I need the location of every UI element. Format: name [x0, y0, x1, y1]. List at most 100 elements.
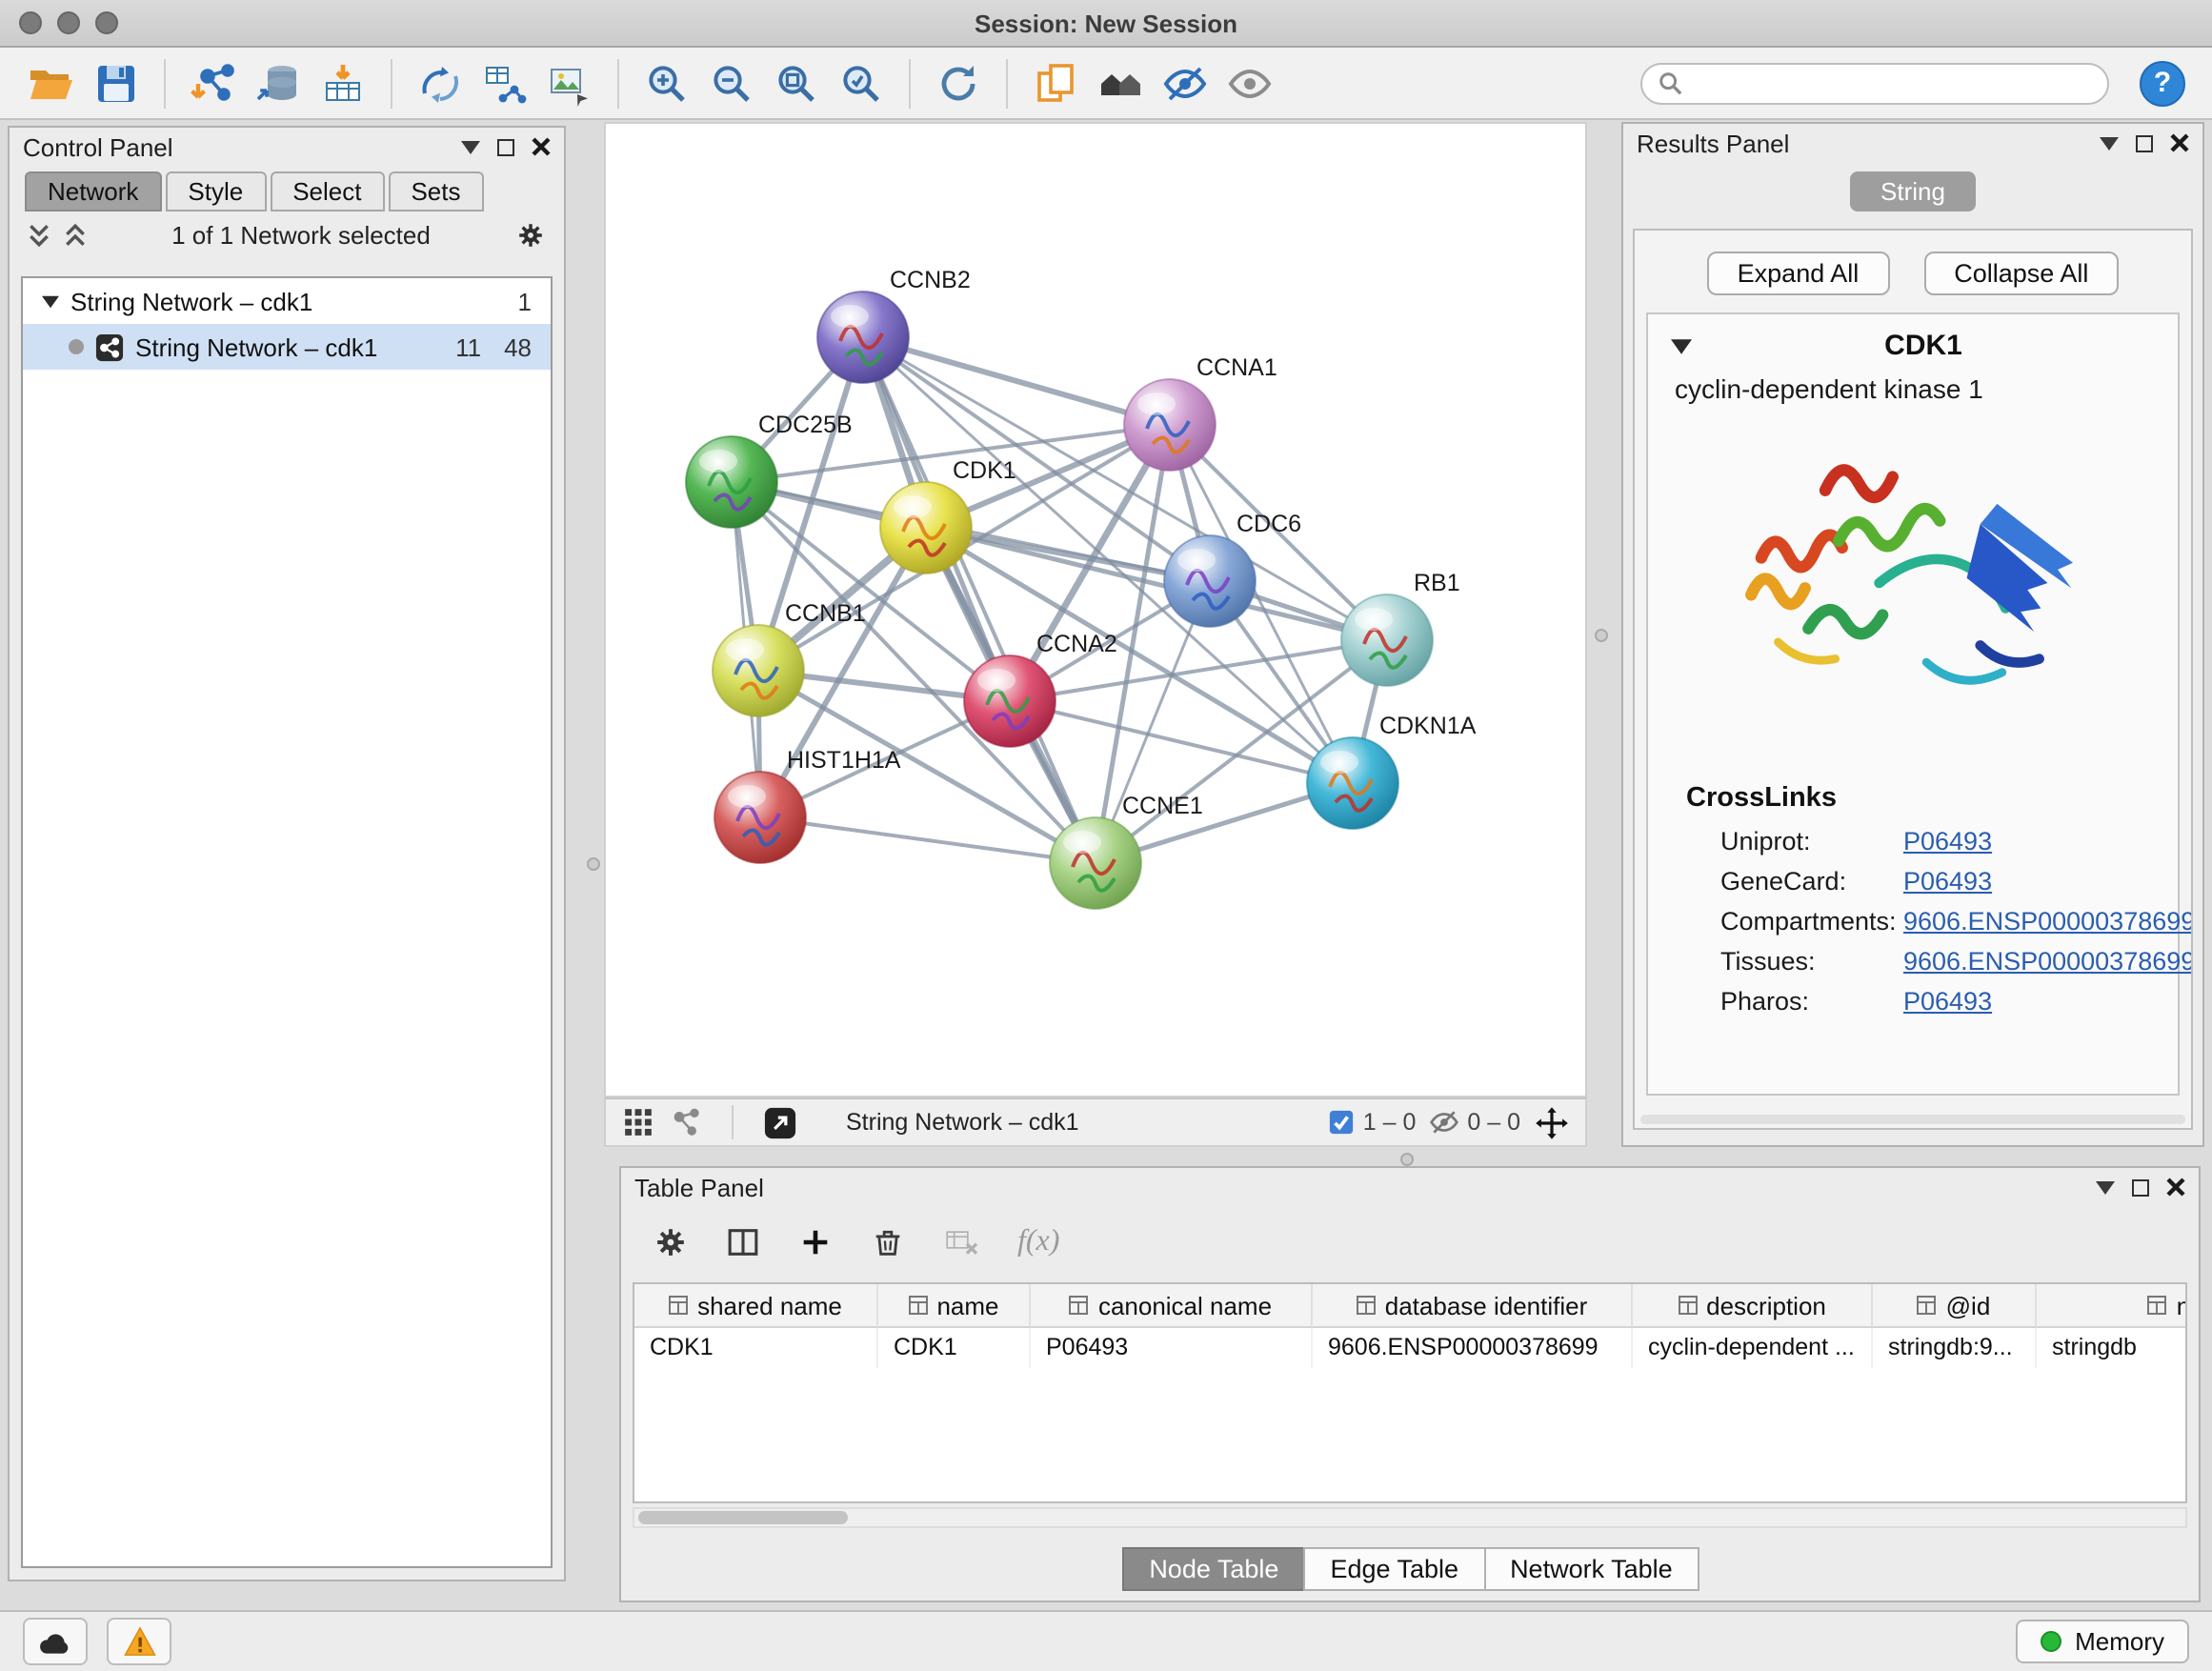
tab-network[interactable]: Network: [25, 171, 161, 211]
collapse-all-button[interactable]: Collapse All: [1923, 252, 2119, 295]
network-collection-row[interactable]: String Network – cdk1 1: [23, 278, 551, 324]
table-cell[interactable]: 9606.ENSP00000378699: [1313, 1328, 1633, 1368]
open-session-button[interactable]: [21, 54, 82, 111]
save-session-button[interactable]: [86, 54, 147, 111]
network-view-canvas[interactable]: CCNB2CCNA1CDC25BCDK1CDC6RB1CCNB1CCNA2CDK…: [604, 122, 1587, 1097]
column-header[interactable]: @id: [1873, 1284, 2037, 1328]
tab-node-table[interactable]: Node Table: [1122, 1547, 1305, 1591]
show-columns-icon[interactable]: [724, 1223, 762, 1261]
import-network-from-database-button[interactable]: [248, 54, 309, 111]
table-cell[interactable]: cyclin-dependent ...: [1633, 1328, 1873, 1368]
zoom-window-button[interactable]: [95, 11, 118, 34]
new-network-button[interactable]: [410, 54, 471, 111]
detach-view-icon[interactable]: [762, 1104, 798, 1140]
crosslink-value[interactable]: P06493: [1903, 867, 1992, 896]
network-edge[interactable]: [760, 817, 1096, 863]
column-header[interactable]: canonical name: [1031, 1284, 1313, 1328]
splitter-handle[interactable]: [1595, 629, 1608, 642]
hidden-eye-icon[interactable]: [1429, 1109, 1459, 1136]
table-cell[interactable]: stringdb: [2037, 1328, 2187, 1368]
expand-all-chevron-icon[interactable]: [27, 223, 51, 248]
table-row[interactable]: CDK1CDK1P064939606.ENSP00000378699cyclin…: [634, 1328, 2185, 1368]
selected-checkbox-icon[interactable]: [1329, 1109, 1356, 1136]
panel-menu-icon[interactable]: [2100, 136, 2119, 150]
column-header[interactable]: description: [1633, 1284, 1873, 1328]
minimize-window-button[interactable]: [57, 11, 80, 34]
column-header[interactable]: namespace: [2037, 1284, 2187, 1328]
column-header[interactable]: shared name: [634, 1284, 878, 1328]
zoom-fit-button[interactable]: [766, 54, 827, 111]
close-window-button[interactable]: [19, 11, 42, 34]
crosslink-value[interactable]: 9606.ENSP00000378699: [1903, 947, 2193, 976]
panel-float-icon[interactable]: [2136, 134, 2153, 151]
panel-menu-icon[interactable]: [461, 140, 480, 153]
table-horizontal-scrollbar[interactable]: [633, 1507, 2187, 1528]
options-gear-icon[interactable]: [514, 219, 547, 252]
column-header[interactable]: database identifier: [1313, 1284, 1633, 1328]
zoom-in-button[interactable]: [636, 54, 697, 111]
column-header[interactable]: name: [878, 1284, 1031, 1328]
panel-close-icon[interactable]: [2166, 1178, 2185, 1197]
tab-select[interactable]: Select: [270, 171, 384, 211]
panel-menu-icon[interactable]: [2096, 1180, 2115, 1194]
table-cell[interactable]: stringdb:9...: [1873, 1328, 2037, 1368]
tab-style[interactable]: Style: [165, 171, 266, 211]
warnings-button[interactable]: [107, 1618, 171, 1665]
cloud-status-button[interactable]: [23, 1618, 88, 1665]
scrollbar-thumb[interactable]: [638, 1511, 848, 1524]
table-cell[interactable]: CDK1: [878, 1328, 1031, 1368]
image-annotation-button[interactable]: [539, 54, 600, 111]
import-network-button[interactable]: [183, 54, 244, 111]
panel-close-icon[interactable]: [532, 137, 551, 156]
network-overview-icon[interactable]: [669, 1105, 703, 1139]
birds-eye-view-button[interactable]: [1090, 54, 1151, 111]
tab-sets[interactable]: Sets: [388, 171, 483, 211]
table-options-gear-icon[interactable]: [652, 1223, 690, 1261]
crosslink-value[interactable]: P06493: [1903, 987, 1992, 1016]
search-box[interactable]: [1640, 62, 2109, 104]
grid-view-icon[interactable]: [621, 1105, 655, 1139]
splitter-handle[interactable]: [1400, 1153, 1414, 1166]
network-from-table-button[interactable]: [474, 54, 535, 111]
results-scrollbar[interactable]: [1640, 1115, 2185, 1124]
network-node[interactable]: CDK1: [880, 457, 1016, 574]
tab-network-table[interactable]: Network Table: [1483, 1547, 1699, 1591]
tree-expander-icon[interactable]: [42, 294, 59, 308]
delete-column-trash-icon[interactable]: [869, 1223, 907, 1261]
zoom-selected-button[interactable]: [831, 54, 892, 111]
table-cell[interactable]: CDK1: [634, 1328, 878, 1368]
panel-float-icon[interactable]: [2132, 1178, 2149, 1196]
panel-close-icon[interactable]: [2170, 133, 2189, 152]
add-column-icon[interactable]: [796, 1223, 835, 1261]
network-node[interactable]: CCNB1: [713, 600, 866, 716]
network-node[interactable]: CCNB2: [817, 267, 971, 383]
search-input[interactable]: [1682, 68, 2092, 98]
network-node[interactable]: CDC6: [1164, 511, 1301, 627]
apply-layout-button[interactable]: [928, 54, 989, 111]
memory-button[interactable]: Memory: [2016, 1620, 2189, 1663]
function-builder-button[interactable]: f(x): [1017, 1225, 1059, 1259]
string-tab[interactable]: String: [1850, 171, 1976, 211]
copy-document-button[interactable]: [1025, 54, 1086, 111]
network-edge[interactable]: [863, 337, 1096, 863]
panel-float-icon[interactable]: [497, 138, 514, 155]
move-crosshair-icon[interactable]: [1534, 1104, 1570, 1140]
hide-selected-button[interactable]: [1155, 54, 1216, 111]
splitter-handle[interactable]: [587, 857, 600, 871]
table-cell[interactable]: P06493: [1031, 1328, 1313, 1368]
tab-edge-table[interactable]: Edge Table: [1303, 1547, 1485, 1591]
zoom-out-button[interactable]: [701, 54, 762, 111]
show-all-button[interactable]: [1219, 54, 1280, 111]
network-node[interactable]: HIST1H1A: [714, 747, 901, 863]
delete-table-icon[interactable]: [941, 1223, 983, 1261]
crosslink-value[interactable]: 9606.ENSP00000378699: [1903, 907, 2193, 936]
collapse-all-chevron-icon[interactable]: [63, 223, 88, 248]
help-button[interactable]: ?: [2140, 60, 2185, 106]
network-node[interactable]: CCNA1: [1124, 354, 1277, 471]
expand-all-button[interactable]: Expand All: [1707, 252, 1890, 295]
network-node[interactable]: RB1: [1341, 570, 1460, 686]
section-expander-icon[interactable]: [1671, 338, 1692, 353]
network-row[interactable]: String Network – cdk1 11 48: [23, 324, 551, 370]
crosslink-value[interactable]: P06493: [1903, 827, 1992, 856]
network-node[interactable]: CDKN1A: [1307, 713, 1477, 829]
